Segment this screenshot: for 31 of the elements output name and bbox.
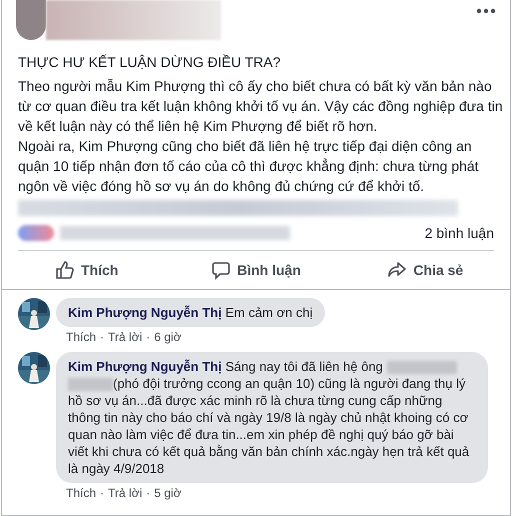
comment-text: (phó đội trưởng ccong an quận 10) cũng là người đang thụ lý [113,376,466,391]
blurred-text [68,378,113,392]
comment-action[interactable]: Thích [66,330,96,344]
reaction-icon [18,225,54,241]
comment-icon [211,260,232,280]
share-icon [387,260,408,280]
separator-dot: · [100,486,104,500]
comment-action[interactable]: Trả lời [108,486,142,500]
more-icon[interactable] [476,8,496,14]
comment-time: 5 giờ [154,486,182,500]
comment-author[interactable]: Kim Phượng Nguyễn Thị [68,359,222,374]
comment-text: Sáng nay tôi đã liên hệ ông [225,359,383,374]
separator-dot: · [146,486,150,500]
comment-action[interactable]: Trả lời [108,330,142,344]
blurred-text [386,361,457,374]
comment-text: hồ sơ vụ án...đã được xác minh rõ là chưa từng cung cấp những thông tin này cho báo chí và ngày 19/8 là ngày chủ nhật khoing có cơ quan nào làm việc để đưa tin...em xin phép đề nghị quý báo gỡ bài viết khi chưa có kết quả bằng văn bản chính xác.ngày hẹn trả kết quả là ngày 4/9/2018 [68,392,470,477]
comment-count[interactable]: 2 bình luận [424,225,494,241]
comment-button[interactable]: Bình luận [171,251,341,289]
like-icon [54,260,75,280]
user-avatar [16,0,46,40]
comment-time: 6 giờ [154,330,182,344]
post-title: THỰC HƯ KẾT LUẬN DỪNG ĐIỀU TRA? [17,53,282,72]
comment-action[interactable]: Thích [66,486,96,500]
comment-text: Em cảm ơn chị [225,305,313,320]
post-paragraph: Theo người mẫu Kim Phượng thì cô ấy cho biết chưa có bất kỳ văn bản nào từ cơ quan điều tra kết luận không khởi tố vụ án. Vậy các đồng nghiệp đưa tin về kết luận này có thể liên hệ Kim Phượng để biết rõ hơn. [18,77,504,136]
separator-dot: · [100,330,104,344]
post-paragraph: Ngoài ra, Kim Phượng cũng cho biết đã liên hệ trực tiếp đại diện công an quận 10 tiếp nhận đơn tố cáo của cô thì được khẳng định: chưa từng phát ngôn về việc đóng hồ sơ vụ án do không đủ chứng cứ để khởi tố. [18,137,480,196]
comment-author[interactable]: Kim Phượng Nguyễn Thị [68,305,222,320]
share-button[interactable]: Chia sẻ [340,251,510,289]
separator-dot: · [146,330,150,344]
like-button[interactable]: Thích [2,251,172,289]
